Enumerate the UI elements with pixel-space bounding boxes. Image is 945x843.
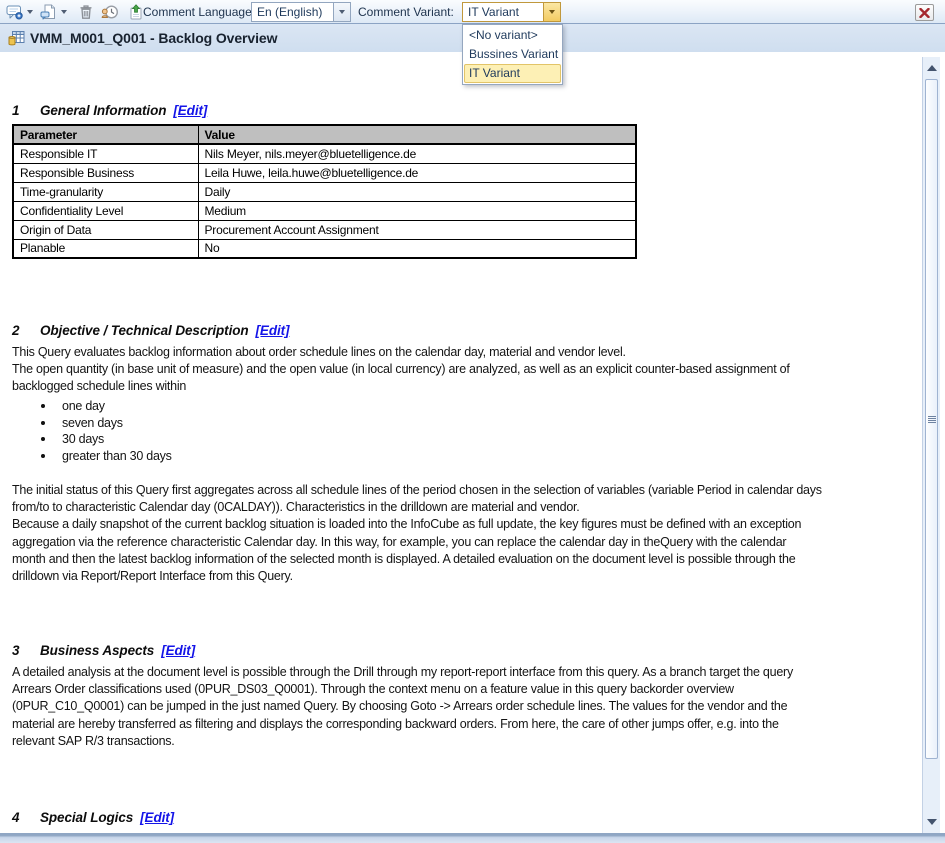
- chevron-up-icon: [927, 65, 937, 71]
- comment-bubble-icon[interactable]: [4, 2, 24, 22]
- variant-option-business[interactable]: Bussines Variant: [464, 45, 561, 64]
- business-aspects-paragraph: A detailed analysis at the document leve…: [12, 664, 793, 750]
- comment-language-dropdown-button[interactable]: [333, 3, 350, 21]
- list-item: greater than 30 days: [12, 448, 172, 465]
- table-row: Time-granularity Daily: [13, 182, 636, 201]
- section-number: 4: [12, 810, 40, 825]
- list-item: 30 days: [12, 431, 172, 448]
- param-cell: Confidentiality Level: [13, 201, 198, 220]
- toolbar: Comment Language En (English) Comment Va…: [0, 0, 945, 24]
- grip-icon: [928, 416, 936, 423]
- bullet-icon: [41, 437, 45, 441]
- general-information-table: Parameter Value Responsible IT Nils Meye…: [12, 124, 637, 259]
- scroll-up-button[interactable]: [923, 59, 941, 77]
- window-bottom-edge: [0, 833, 945, 843]
- comment-language-value[interactable]: En (English): [252, 3, 333, 21]
- bullet-icon: [41, 404, 45, 408]
- param-cell: Origin of Data: [13, 220, 198, 239]
- document-content: 1General Information [Edit] Parameter Val…: [0, 52, 945, 833]
- param-cell: Planable: [13, 239, 198, 258]
- section-number: 3: [12, 643, 40, 658]
- value-cell: No: [198, 239, 636, 258]
- column-header-value: Value: [198, 125, 636, 144]
- column-header-parameter: Parameter: [13, 125, 198, 144]
- objective-paragraph-1: This Query evaluates backlog information…: [12, 344, 790, 396]
- edit-link-objective[interactable]: [Edit]: [256, 323, 290, 338]
- bullet-icon: [41, 454, 45, 458]
- bullet-text: seven days: [62, 416, 123, 430]
- param-cell: Responsible Business: [13, 163, 198, 182]
- section-title: General Information: [40, 103, 166, 118]
- table-row: Origin of Data Procurement Account Assig…: [13, 220, 636, 239]
- comment-bubble-dropdown-arrow[interactable]: [24, 2, 35, 22]
- value-cell: Procurement Account Assignment: [198, 220, 636, 239]
- objective-paragraph-2: The initial status of this Query first a…: [12, 482, 822, 585]
- edit-link-business-aspects[interactable]: [Edit]: [161, 643, 195, 658]
- scrollbar-thumb[interactable]: [925, 79, 938, 759]
- bullet-text: greater than 30 days: [62, 449, 172, 463]
- scroll-down-button[interactable]: [923, 813, 941, 831]
- table-row: Planable No: [13, 239, 636, 258]
- variant-option-no-variant[interactable]: <No variant>: [464, 26, 561, 45]
- close-button[interactable]: [915, 4, 934, 21]
- bullet-icon: [41, 421, 45, 425]
- close-icon: [919, 8, 930, 18]
- trash-icon[interactable]: [76, 2, 96, 22]
- value-cell: Leila Huwe, leila.huwe@bluetelligence.de: [198, 163, 636, 182]
- value-cell: Medium: [198, 201, 636, 220]
- section-number: 1: [12, 103, 40, 118]
- section-heading-general-information: 1General Information [Edit]: [12, 103, 207, 118]
- value-cell: Daily: [198, 182, 636, 201]
- section-number: 2: [12, 323, 40, 338]
- edit-link-special-logics[interactable]: [Edit]: [140, 810, 174, 825]
- variant-option-it[interactable]: IT Variant: [464, 64, 561, 83]
- list-item: seven days: [12, 415, 172, 432]
- comment-variant-combobox[interactable]: IT Variant: [462, 2, 561, 22]
- comment-language-combobox[interactable]: En (English): [251, 2, 351, 22]
- section-heading-objective: 2Objective / Technical Description [Edit]: [12, 323, 289, 338]
- copy-comment-icon[interactable]: [38, 2, 58, 22]
- comment-variant-label: Comment Variant:: [358, 5, 454, 19]
- section-title: Special Logics: [40, 810, 133, 825]
- list-item: one day: [12, 398, 172, 415]
- page-title: VMM_M001_Q001 - Backlog Overview: [30, 30, 277, 46]
- param-cell: Responsible IT: [13, 144, 198, 163]
- bullet-text: 30 days: [62, 432, 104, 446]
- table-row: Responsible IT Nils Meyer, nils.meyer@bl…: [13, 144, 636, 163]
- objective-bullet-list: one day seven days 30 days greater than …: [12, 398, 172, 464]
- param-cell: Time-granularity: [13, 182, 198, 201]
- edit-link-general-information[interactable]: [Edit]: [173, 103, 207, 118]
- table-row: Responsible Business Leila Huwe, leila.h…: [13, 163, 636, 182]
- history-clock-icon[interactable]: [100, 2, 120, 22]
- comment-variant-dropdown-list: <No variant> Bussines Variant IT Variant: [462, 24, 563, 85]
- section-title: Objective / Technical Description: [40, 323, 249, 338]
- bullet-text: one day: [62, 399, 105, 413]
- value-cell: Nils Meyer, nils.meyer@bluetelligence.de: [198, 144, 636, 163]
- chevron-down-icon: [927, 819, 937, 825]
- comment-language-label: Comment Language: [143, 5, 252, 19]
- query-table-icon: [8, 30, 25, 46]
- comment-variant-dropdown-button[interactable]: [543, 3, 560, 21]
- section-heading-special-logics: 4Special Logics [Edit]: [12, 810, 174, 825]
- section-title: Business Aspects: [40, 643, 154, 658]
- table-row: Confidentiality Level Medium: [13, 201, 636, 220]
- copy-comment-dropdown-arrow[interactable]: [58, 2, 69, 22]
- vertical-scrollbar[interactable]: [922, 57, 940, 833]
- table-header-row: Parameter Value: [13, 125, 636, 144]
- comment-variant-value[interactable]: IT Variant: [463, 3, 543, 21]
- section-heading-business-aspects: 3Business Aspects [Edit]: [12, 643, 195, 658]
